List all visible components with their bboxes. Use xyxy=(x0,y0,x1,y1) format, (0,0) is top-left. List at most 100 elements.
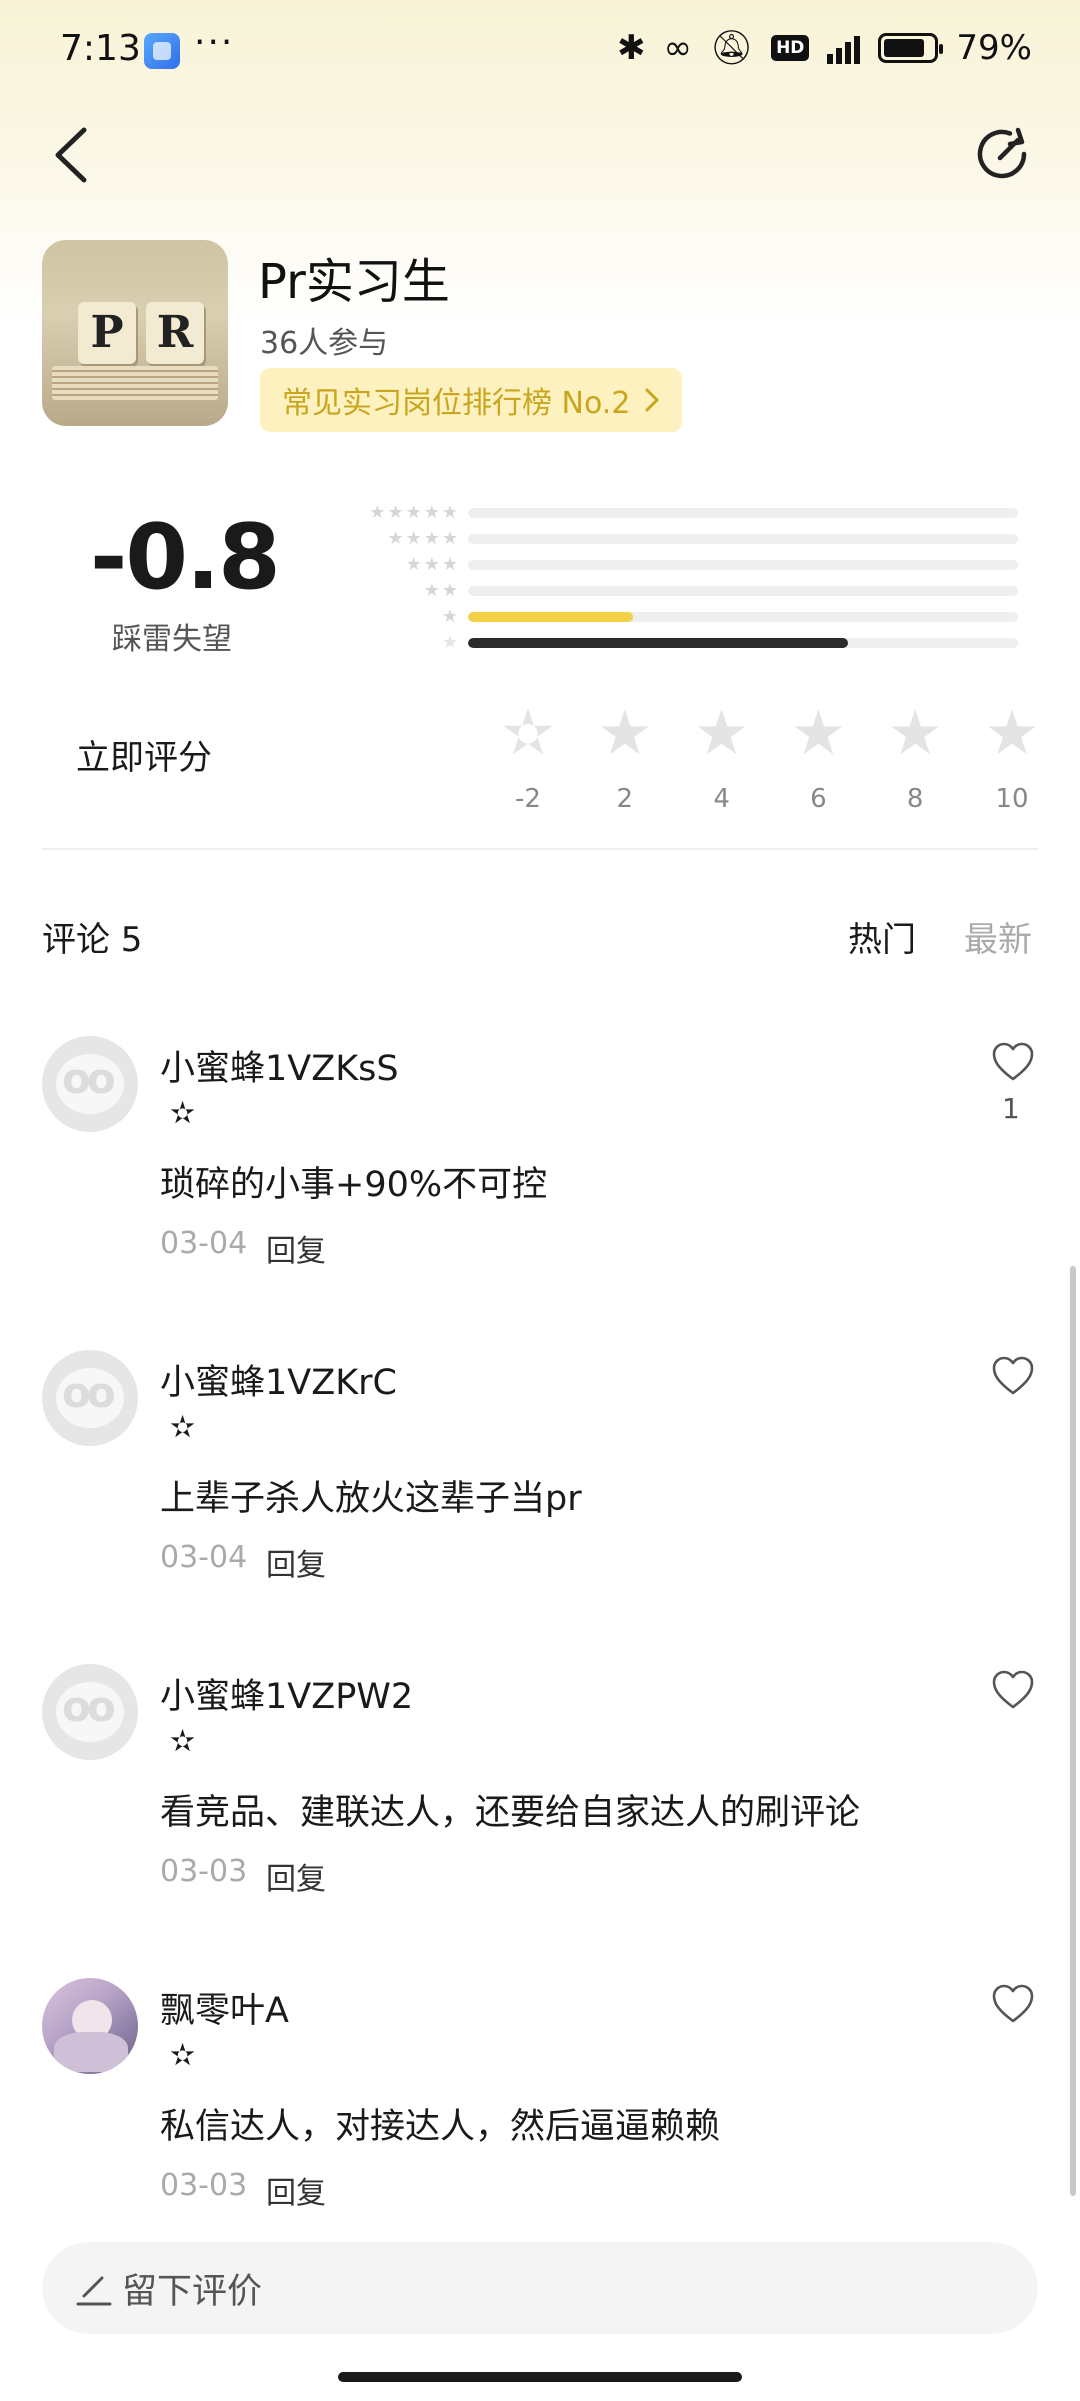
comment-item: 小蜜蜂1VZKrC ✫ 上辈子杀人放火这辈子当pr 03-04 回复 xyxy=(0,1350,1080,1650)
heart-icon xyxy=(992,1670,1034,1709)
rate-star-value: 10 xyxy=(995,784,1029,814)
reply-button[interactable]: 回复 xyxy=(266,2168,326,2212)
thumb-letter-r: R xyxy=(146,302,204,364)
half-star-rating-icon: ✫ xyxy=(170,1410,196,1445)
rate-now-label: 立即评分 xyxy=(76,738,212,778)
link-icon: ∞ xyxy=(663,28,692,68)
battery-icon xyxy=(878,33,944,63)
avatar[interactable] xyxy=(42,1036,138,1132)
distribution-row: ★ ★ xyxy=(350,578,1040,604)
chevron-right-icon xyxy=(645,388,659,412)
like-button[interactable] xyxy=(990,1668,1036,1714)
position-thumbnail: P R xyxy=(42,240,228,426)
signal-icon xyxy=(827,32,861,64)
leave-review-placeholder: 留下评价 xyxy=(122,2271,263,2312)
distribution-stars-icon: ★ ★ ★ ★ xyxy=(387,528,458,549)
comment-text: 私信达人，对接达人，然后逼逼赖赖 xyxy=(160,2107,721,2147)
bluetooth-icon: ✱ xyxy=(617,28,646,68)
rate-star-option[interactable]: ★ 6 xyxy=(780,696,856,815)
divider xyxy=(42,848,1038,850)
chevron-left-icon xyxy=(55,127,87,183)
comments-title: 评论 5 xyxy=(42,920,143,960)
score-value: -0.8 xyxy=(90,505,281,610)
comment-text: 琐碎的小事+90%不可控 xyxy=(160,1165,548,1205)
comment-author[interactable]: 小蜜蜂1VZPW2 xyxy=(160,1668,413,1719)
back-button[interactable] xyxy=(44,120,104,190)
reply-button[interactable]: 回复 xyxy=(266,1540,326,1584)
distribution-row: ★ xyxy=(350,630,1040,656)
rate-star-value: 8 xyxy=(906,784,924,814)
leave-review-input[interactable]: 留下评价 xyxy=(42,2242,1038,2334)
home-indicator[interactable] xyxy=(338,2372,742,2382)
status-time: 7:13 xyxy=(60,28,141,69)
status-icons: ✱ ∞ 🔕︎ HD 79% xyxy=(617,28,1032,68)
rate-star-option[interactable]: ★ 2 xyxy=(587,700,663,815)
comment-item: 小蜜蜂1VZPW2 ✫ 看竞品、建联达人，还要给自家达人的刷评论 03-03 回复 xyxy=(0,1664,1080,1964)
comment-text: 看竞品、建联达人，还要给自家达人的刷评论 xyxy=(160,1793,861,1833)
rank-badge-label: 常见实习岗位排行榜 No.2 xyxy=(282,386,631,421)
like-button[interactable] xyxy=(990,1982,1036,2028)
pen-icon xyxy=(76,2276,112,2306)
distribution-row: ★ ★ ★ xyxy=(350,552,1040,578)
rate-now-stars: ✫ -2 ★ 2 ★ 4 ★ 6 ★ 8 ★ 10 xyxy=(490,696,1050,815)
comment-date: 03-04 xyxy=(160,1226,248,1261)
battery-percent: 79% xyxy=(956,28,1032,68)
thumb-book xyxy=(52,366,218,400)
rate-star-option[interactable]: ✫ -2 xyxy=(490,700,566,815)
rate-star-value: 2 xyxy=(616,784,634,814)
score-label: 踩雷失望 xyxy=(112,622,232,657)
rate-star-value: 6 xyxy=(810,784,827,814)
rank-badge[interactable]: 常见实习岗位排行榜 No.2 xyxy=(260,368,683,432)
distribution-bar-track xyxy=(468,586,1018,596)
reply-button[interactable]: 回复 xyxy=(266,1854,326,1898)
hd-badge: HD xyxy=(771,35,810,61)
half-star-rating-icon: ✫ xyxy=(170,2038,196,2073)
rate-star-option[interactable]: ★ 4 xyxy=(684,700,760,815)
notification-app-icon xyxy=(144,33,180,69)
more-notifications-icon: ··· xyxy=(194,22,235,63)
distribution-row: ★ ★ ★ ★ ★ xyxy=(350,500,1040,526)
comment-date: 03-03 xyxy=(160,1854,248,1889)
avatar[interactable] xyxy=(42,1350,138,1446)
comment-author[interactable]: 小蜜蜂1VZKsS xyxy=(160,1040,399,1091)
comment-date: 03-04 xyxy=(160,1540,248,1575)
distribution-stars-icon: ★ ★ ★ ★ ★ xyxy=(369,502,458,523)
comment-item: 小蜜蜂1VZKsS ✫ 琐碎的小事+90%不可控 03-04 回复 1 xyxy=(0,1036,1080,1336)
like-button[interactable] xyxy=(990,1354,1036,1400)
half-star-rating-icon: ✫ xyxy=(170,1724,196,1759)
rate-star-value: -2 xyxy=(515,784,541,814)
distribution-bar-track xyxy=(468,508,1018,518)
status-bar: 7:13 ··· ✱ ∞ 🔕︎ HD 79% xyxy=(0,0,1080,100)
sort-hot-tab[interactable]: 热门 xyxy=(848,912,916,961)
star-icon: ★ xyxy=(984,696,1040,769)
distribution-stars-icon: ★ xyxy=(441,606,458,627)
page-title: Pr实习生 xyxy=(258,254,450,310)
rate-star-value: 4 xyxy=(713,784,730,814)
thumb-letter-p: P xyxy=(78,302,136,364)
heart-icon xyxy=(992,1356,1034,1395)
comment-author[interactable]: 小蜜蜂1VZKrC xyxy=(160,1354,397,1405)
sort-new-tab[interactable]: 最新 xyxy=(964,912,1032,961)
scrollbar[interactable] xyxy=(1070,1266,1076,2196)
distribution-row: ★ xyxy=(350,604,1040,630)
distribution-stars-icon: ★ xyxy=(441,632,458,653)
distribution-bar-track xyxy=(468,560,1018,570)
share-button[interactable] xyxy=(974,124,1034,184)
like-count: 1 xyxy=(1002,1092,1020,1125)
avatar[interactable] xyxy=(42,1978,138,2074)
rate-star-option[interactable]: ★ 8 xyxy=(877,696,953,815)
comment-author[interactable]: 飘零叶A xyxy=(160,1982,289,2033)
avatar[interactable] xyxy=(42,1664,138,1760)
participant-count: 36人参与 xyxy=(260,326,389,361)
star-icon: ★ xyxy=(887,696,943,769)
half-star-rating-icon: ✫ xyxy=(170,1096,196,1131)
like-button[interactable] xyxy=(990,1040,1036,1086)
distribution-bar-fill xyxy=(468,638,848,648)
distribution-stars-icon: ★ ★ xyxy=(423,580,458,601)
rate-star-option[interactable]: ★ 10 xyxy=(974,696,1050,815)
reply-button[interactable]: 回复 xyxy=(266,1226,326,1270)
mute-bell-icon: 🔕︎ xyxy=(709,28,754,68)
star-icon: ★ xyxy=(790,696,847,769)
distribution-stars-icon: ★ ★ ★ xyxy=(405,554,458,575)
distribution-bar-track xyxy=(468,638,1018,648)
